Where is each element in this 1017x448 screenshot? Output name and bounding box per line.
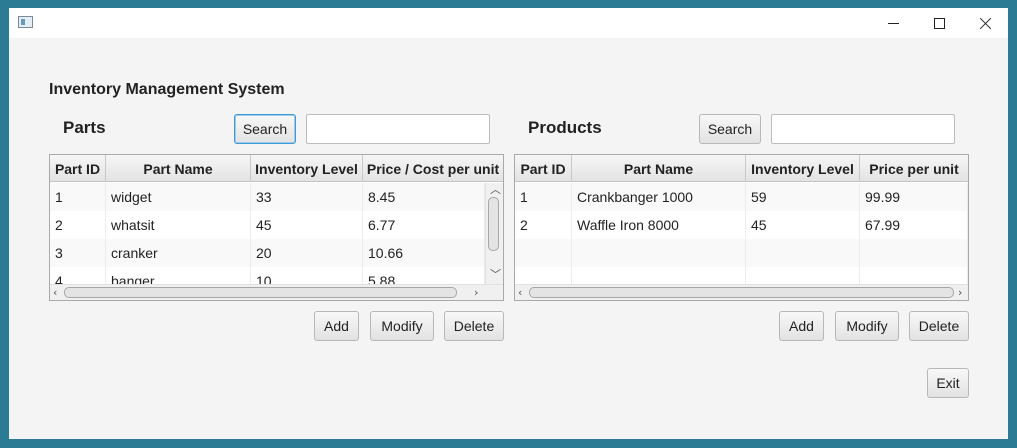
products-title: Products: [528, 118, 602, 137]
title-bar: [9, 8, 1008, 38]
products-table: Part ID Part Name Inventory Level Price …: [514, 154, 969, 301]
table-cell: [860, 239, 968, 267]
parts-table-header: Part ID Part Name Inventory Level Price …: [50, 155, 503, 182]
products-col-part-id[interactable]: Part ID: [515, 155, 572, 182]
scroll-down-icon[interactable]: ﹀: [490, 269, 501, 281]
parts-hscroll-thumb[interactable]: [64, 287, 457, 298]
table-row-empty: [515, 239, 968, 267]
products-table-header: Part ID Part Name Inventory Level Price …: [515, 155, 968, 182]
table-row[interactable]: 1 Crankbanger 1000 59 99.99: [515, 183, 968, 211]
table-cell: 67.99: [860, 211, 968, 239]
table-cell: Waffle Iron 8000: [572, 211, 746, 239]
products-add-button[interactable]: Add: [779, 311, 824, 341]
products-col-inventory-level[interactable]: Inventory Level: [746, 155, 860, 182]
minimize-button[interactable]: [870, 8, 916, 38]
minimize-icon: [887, 22, 899, 24]
parts-title: Parts: [63, 118, 106, 137]
products-modify-button[interactable]: Modify: [835, 311, 899, 341]
maximize-button[interactable]: [916, 8, 962, 38]
products-col-part-name[interactable]: Part Name: [572, 155, 746, 182]
close-button[interactable]: [962, 8, 1008, 38]
table-cell: 1: [50, 183, 106, 211]
table-cell: 59: [746, 183, 860, 211]
table-cell: cranker: [106, 239, 251, 267]
table-cell: 45: [251, 211, 363, 239]
parts-col-inventory-level[interactable]: Inventory Level: [251, 155, 363, 182]
table-cell: 1: [515, 183, 572, 211]
close-icon: [979, 17, 992, 30]
scroll-left-icon[interactable]: ‹: [53, 287, 57, 299]
table-row[interactable]: 3 cranker 20 10.66: [50, 239, 485, 267]
products-delete-button[interactable]: Delete: [909, 311, 969, 341]
table-row[interactable]: 2 whatsit 45 6.77: [50, 211, 485, 239]
products-horizontal-scrollbar[interactable]: ‹ ›: [515, 284, 968, 300]
parts-col-price[interactable]: Price / Cost per unit: [363, 155, 503, 182]
table-cell: 33: [251, 183, 363, 211]
parts-modify-button[interactable]: Modify: [370, 311, 434, 341]
exit-button[interactable]: Exit: [927, 368, 969, 398]
table-cell: [746, 239, 860, 267]
table-cell: [515, 239, 572, 267]
scroll-left-icon[interactable]: ‹: [518, 287, 522, 299]
parts-table: Part ID Part Name Inventory Level Price …: [49, 154, 504, 301]
scroll-up-icon[interactable]: ︿: [490, 184, 501, 196]
app-title: Inventory Management System: [49, 81, 285, 98]
products-table-body: 1 Crankbanger 1000 59 99.99 2 Waffle Iro…: [515, 183, 968, 295]
table-cell: 99.99: [860, 183, 968, 211]
table-cell: whatsit: [106, 211, 251, 239]
table-cell: 20: [251, 239, 363, 267]
scroll-right-icon[interactable]: ›: [474, 287, 478, 299]
parts-col-part-id[interactable]: Part ID: [50, 155, 106, 182]
products-hscroll-thumb[interactable]: [529, 287, 954, 298]
table-cell: 2: [515, 211, 572, 239]
parts-search-input[interactable]: [306, 114, 490, 144]
maximize-icon: [933, 17, 945, 29]
table-cell: 45: [746, 211, 860, 239]
parts-vertical-scrollbar[interactable]: ︿ ﹀: [485, 183, 503, 284]
table-cell: 2: [50, 211, 106, 239]
table-cell: widget: [106, 183, 251, 211]
parts-col-part-name[interactable]: Part Name: [106, 155, 251, 182]
table-row[interactable]: 1 widget 33 8.45: [50, 183, 485, 211]
parts-search-button[interactable]: Search: [234, 114, 296, 144]
scroll-right-icon[interactable]: ›: [958, 287, 962, 299]
parts-add-button[interactable]: Add: [314, 311, 359, 341]
table-cell: 10.66: [363, 239, 485, 267]
table-cell: 8.45: [363, 183, 485, 211]
parts-delete-button[interactable]: Delete: [444, 311, 504, 341]
table-cell: Crankbanger 1000: [572, 183, 746, 211]
parts-horizontal-scrollbar[interactable]: ‹ ›: [50, 284, 503, 300]
table-row[interactable]: 2 Waffle Iron 8000 45 67.99: [515, 211, 968, 239]
table-cell: 3: [50, 239, 106, 267]
parts-vscroll-thumb[interactable]: [488, 197, 499, 251]
parts-table-body: 1 widget 33 8.45 2 whatsit 45 6.77 3 cra…: [50, 183, 485, 295]
app-window: Inventory Management System Parts Search…: [9, 8, 1008, 439]
products-col-price[interactable]: Price per unit: [860, 155, 968, 182]
products-search-input[interactable]: [771, 114, 955, 144]
products-search-button[interactable]: Search: [699, 114, 761, 144]
app-icon: [18, 16, 33, 28]
table-cell: [572, 239, 746, 267]
table-cell: 6.77: [363, 211, 485, 239]
